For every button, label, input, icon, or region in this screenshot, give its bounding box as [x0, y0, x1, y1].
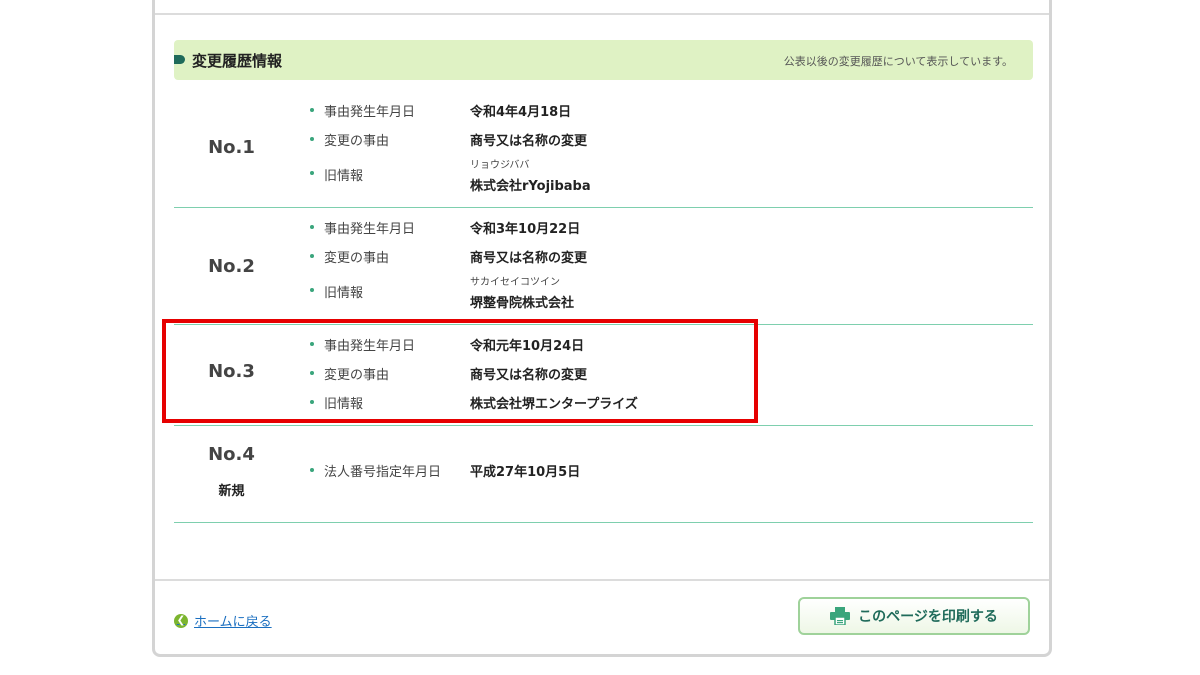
row-label: 事由発生年月日	[324, 105, 416, 120]
row-value: 平成27年10月5日	[470, 465, 581, 480]
section-note: 公表以後の変更履歴について表示しています。	[783, 55, 1013, 68]
header-marker-icon	[174, 55, 185, 64]
entry-number: No.4	[208, 444, 255, 465]
entry-row: 変更の事由 商号又は名称の変更	[310, 247, 1010, 267]
home-link-label: ホームに戻る	[194, 615, 272, 630]
entry-new-label: 新規	[218, 484, 245, 499]
row-value: 商号又は名称の変更	[470, 134, 588, 149]
bullet-icon	[310, 225, 314, 229]
bullet-icon	[310, 254, 314, 258]
row-ruby: サカイセイコツイン	[470, 277, 560, 288]
bullet-icon	[310, 137, 314, 141]
row-value: 令和4年4月18日	[470, 105, 572, 120]
row-value: 商号又は名称の変更	[470, 251, 588, 266]
bullet-icon	[310, 288, 314, 292]
entry-number: No.1	[208, 137, 255, 158]
chevron-left-circle-icon: ❮	[174, 613, 188, 628]
entry-row: 法人番号指定年月日 平成27年10月5日	[310, 461, 1010, 481]
row-label: 変更の事由	[324, 251, 390, 266]
row-label: 事由発生年月日	[324, 222, 416, 237]
bullet-icon	[310, 468, 314, 472]
row-label: 法人番号指定年月日	[324, 465, 442, 480]
top-divider	[155, 13, 1049, 15]
highlight-box	[162, 319, 758, 423]
section-header: 変更履歴情報 公表以後の変更履歴について表示しています。	[174, 40, 1033, 80]
row-label: 旧情報	[324, 286, 364, 301]
row-value: 令和3年10月22日	[470, 222, 581, 237]
home-link[interactable]: ❮ ホームに戻る	[174, 611, 272, 630]
print-button-label: このページを印刷する	[858, 609, 998, 625]
history-entry: No.1 事由発生年月日 令和4年4月18日 変更の事由 商号又は名称の変更 旧…	[174, 87, 1033, 208]
entry-row: 変更の事由 商号又は名称の変更	[310, 130, 1010, 150]
row-ruby: リョウジババ	[470, 160, 530, 171]
bullet-icon	[310, 171, 314, 175]
history-entry: No.4 新規 法人番号指定年月日 平成27年10月5日	[174, 426, 1033, 523]
bullet-icon	[310, 108, 314, 112]
entry-row: 事由発生年月日 令和4年4月18日	[310, 101, 1010, 121]
row-value: 堺整骨院株式会社	[470, 296, 575, 311]
entry-row: 旧情報 リョウジババ 株式会社rYojibaba	[310, 154, 1010, 194]
entry-row: 事由発生年月日 令和3年10月22日	[310, 218, 1010, 238]
printer-icon	[830, 607, 851, 625]
history-entry: No.2 事由発生年月日 令和3年10月22日 変更の事由 商号又は名称の変更 …	[174, 208, 1033, 325]
print-button[interactable]: このページを印刷する	[798, 597, 1030, 635]
entry-number: No.2	[208, 256, 255, 277]
row-label: 旧情報	[324, 169, 364, 184]
entry-row: 旧情報 サカイセイコツイン 堺整骨院株式会社	[310, 271, 1010, 311]
section-title: 変更履歴情報	[192, 52, 283, 70]
row-value: 株式会社rYojibaba	[470, 179, 591, 194]
row-label: 変更の事由	[324, 134, 390, 149]
content-panel: 変更履歴情報 公表以後の変更履歴について表示しています。 No.1 事由発生年月…	[152, 0, 1052, 657]
bottom-divider	[155, 579, 1049, 581]
